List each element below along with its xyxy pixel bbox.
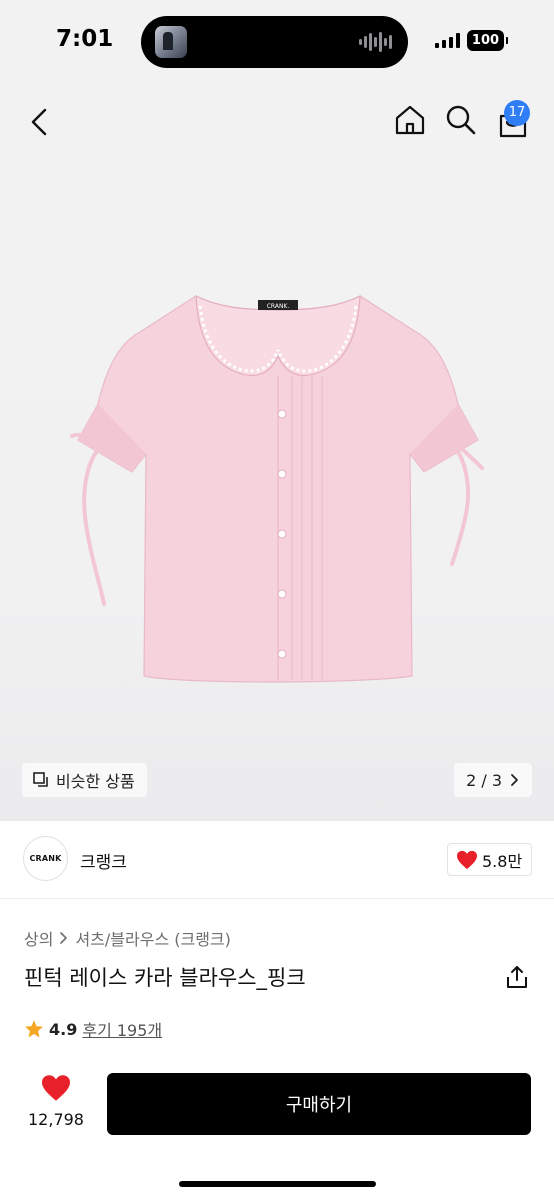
brand-like-count: 5.8만 bbox=[482, 851, 523, 871]
rating-value: 4.9 bbox=[49, 1019, 78, 1039]
rating-row: 4.9 후기 195개 bbox=[24, 1017, 162, 1041]
cart-count-badge: 17 bbox=[504, 100, 530, 126]
dynamic-island bbox=[141, 16, 408, 68]
chevron-right-icon bbox=[60, 932, 68, 944]
copy-icon bbox=[33, 772, 48, 787]
product-like-count: 12,798 bbox=[28, 1110, 84, 1129]
image-pager[interactable]: 2 / 3 bbox=[454, 763, 532, 797]
product-gallery[interactable]: 17 CRANK. 비슷한 상품 2 / 3 bbox=[0, 84, 554, 821]
search-icon[interactable] bbox=[443, 102, 479, 138]
review-link[interactable]: 후기 195개 bbox=[82, 1017, 162, 1041]
breadcrumb-item[interactable]: 셔츠/블라우스 (크랭크) bbox=[75, 926, 230, 950]
product-like-button[interactable]: 12,798 bbox=[24, 1074, 88, 1129]
back-chevron-icon[interactable] bbox=[20, 102, 60, 142]
similar-products-button[interactable]: 비슷한 상품 bbox=[22, 763, 147, 797]
home-indicator[interactable] bbox=[179, 1181, 376, 1187]
heart-icon bbox=[457, 850, 477, 869]
status-bar: 7:01 100 bbox=[0, 0, 554, 84]
product-image[interactable]: CRANK. bbox=[60, 284, 490, 704]
home-icon[interactable] bbox=[392, 102, 428, 138]
chevron-right-icon bbox=[511, 774, 518, 786]
audio-wave-icon bbox=[359, 31, 392, 53]
similar-products-label: 비슷한 상품 bbox=[56, 772, 135, 791]
shirt-tag-text: CRANK. bbox=[267, 303, 290, 310]
brand-like-button[interactable]: 5.8만 bbox=[447, 843, 533, 876]
brand-name[interactable]: 크랭크 bbox=[80, 848, 127, 873]
brand-logo[interactable]: CRANK bbox=[23, 836, 68, 881]
star-icon bbox=[25, 1020, 43, 1038]
brand-row[interactable]: CRANK 크랭크 5.8만 bbox=[0, 821, 554, 899]
share-icon[interactable] bbox=[504, 964, 530, 990]
breadcrumb: 상의 셔츠/블라우스 (크랭크) bbox=[24, 926, 231, 950]
status-time: 7:01 bbox=[56, 26, 114, 52]
cellular-signal-icon bbox=[435, 33, 460, 48]
image-pager-text: 2 / 3 bbox=[466, 770, 502, 790]
breadcrumb-item[interactable]: 상의 bbox=[24, 926, 53, 950]
battery-indicator: 100 bbox=[467, 30, 508, 51]
heart-icon bbox=[42, 1075, 70, 1101]
buy-button[interactable]: 구매하기 bbox=[107, 1073, 531, 1135]
product-title: 핀턱 레이스 카라 블라우스_핑크 bbox=[24, 966, 306, 990]
now-playing-artwork bbox=[155, 26, 187, 58]
